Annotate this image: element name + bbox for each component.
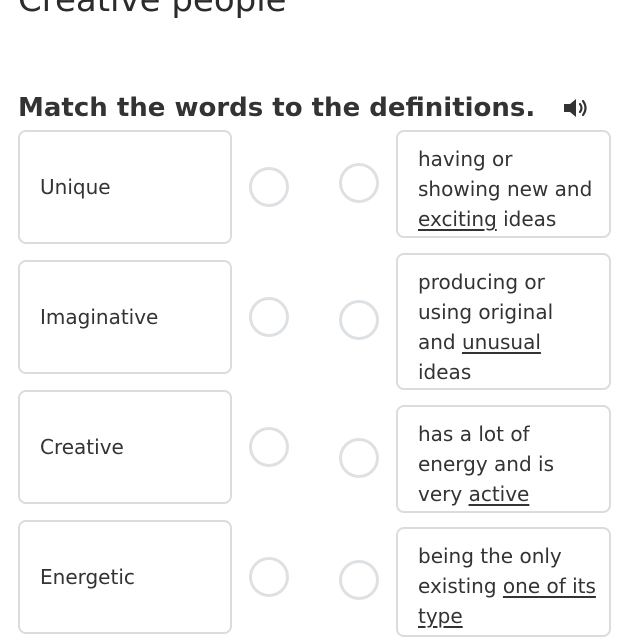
- definition-connector-1[interactable]: [339, 163, 379, 203]
- definition-card-4[interactable]: being the only existing one of its type: [396, 527, 611, 637]
- definition-underlined-word: unusual: [461, 330, 541, 354]
- definition-card-1[interactable]: having or showing new and exciting ideas: [396, 130, 611, 238]
- word-label: Creative: [40, 435, 124, 459]
- definition-card-3[interactable]: has a lot of energy and is very active: [396, 405, 611, 513]
- word-connector-unique[interactable]: [249, 167, 289, 207]
- definition-underlined-word: active: [468, 482, 530, 506]
- word-connector-energetic[interactable]: [249, 557, 289, 597]
- word-card-unique[interactable]: Unique: [18, 130, 232, 244]
- word-connector-imaginative[interactable]: [249, 297, 289, 337]
- instruction-text: Match the words to the definitions.: [18, 93, 536, 123]
- word-label: Imaginative: [40, 305, 159, 329]
- word-label: Energetic: [40, 565, 135, 589]
- definition-card-2[interactable]: producing or using original and unusual …: [396, 253, 611, 390]
- word-card-imaginative[interactable]: Imaginative: [18, 260, 232, 374]
- page-title: Creative people: [18, 0, 287, 20]
- definition-connector-4[interactable]: [339, 560, 379, 600]
- definition-underlined-word: exciting: [418, 207, 497, 231]
- definition-connector-2[interactable]: [339, 300, 379, 340]
- word-label: Unique: [40, 175, 111, 199]
- word-card-energetic[interactable]: Energetic: [18, 520, 232, 634]
- instruction-row: Match the words to the definitions.: [18, 88, 591, 128]
- word-card-creative[interactable]: Creative: [18, 390, 232, 504]
- definition-text: ideas: [418, 360, 472, 384]
- definition-connector-3[interactable]: [339, 438, 379, 478]
- speaker-icon[interactable]: [561, 95, 591, 121]
- definition-text: ideas: [496, 207, 557, 231]
- word-connector-creative[interactable]: [249, 427, 289, 467]
- definition-text: having or showing new and: [418, 147, 593, 201]
